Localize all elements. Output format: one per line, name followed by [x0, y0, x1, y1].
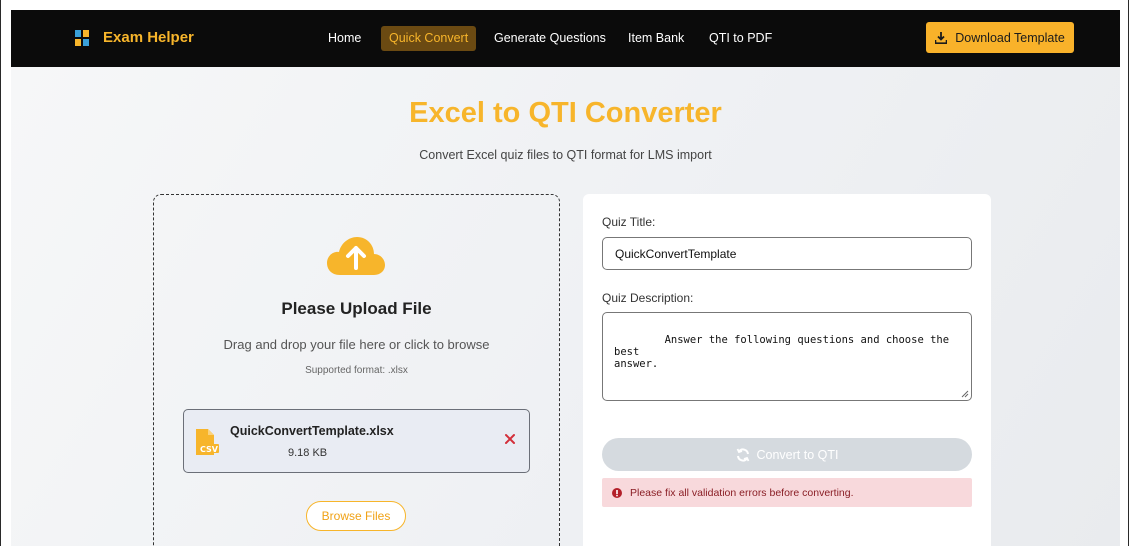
navbar: Exam Helper Home Quick Convert Generate …	[11, 10, 1120, 67]
page-title: Excel to QTI Converter	[409, 97, 722, 129]
nav-quick-convert[interactable]: Quick Convert	[381, 26, 477, 51]
brand-logo-icon	[75, 29, 89, 46]
nav-qti-to-pdf[interactable]: QTI to PDF	[701, 26, 780, 51]
upload-title: Please Upload File	[281, 299, 432, 318]
quiz-description-textarea[interactable]: Answer the following questions and choos…	[602, 312, 972, 401]
brand-name: Exam Helper	[103, 29, 194, 46]
file-size: 9.18 KB	[288, 447, 328, 459]
validation-error-text: Please fix all validation errors before …	[630, 486, 854, 499]
file-dropzone[interactable]: Please Upload File Drag and drop your fi…	[153, 194, 560, 546]
quiz-title-label: Quiz Title:	[602, 215, 656, 229]
convert-to-qti-label: Convert to QTI	[756, 447, 839, 462]
quiz-description-value: Answer the following questions and choos…	[614, 334, 950, 370]
svg-text:CSV: CSV	[200, 445, 219, 454]
page-subtitle: Convert Excel quiz files to QTI format f…	[419, 148, 712, 162]
refresh-icon	[736, 447, 749, 462]
file-name: QuickConvertTemplate.xlsx	[230, 424, 394, 438]
app-frame: Exam Helper Home Quick Convert Generate …	[0, 0, 1129, 546]
download-icon	[935, 31, 948, 44]
remove-file-icon[interactable]	[503, 432, 517, 446]
download-template-button[interactable]: Download Template	[926, 22, 1074, 53]
nav-home[interactable]: Home	[320, 26, 369, 51]
convert-to-qti-button[interactable]: Convert to QTI	[602, 438, 972, 471]
browse-files-button[interactable]: Browse Files	[306, 501, 406, 531]
quiz-description-label: Quiz Description:	[602, 291, 694, 305]
quiz-settings-panel: Quiz Title: QuickConvertTemplate Quiz De…	[583, 194, 991, 546]
csv-file-icon: CSV	[196, 429, 219, 455]
supported-format: Supported format: .xlsx	[305, 365, 408, 376]
cloud-upload-icon	[327, 237, 385, 275]
quiz-title-value: QuickConvertTemplate	[615, 246, 737, 261]
nav-item-bank[interactable]: Item Bank	[620, 26, 692, 51]
validation-error-alert: Please fix all validation errors before …	[602, 478, 972, 507]
error-icon	[612, 487, 622, 498]
nav-generate-questions[interactable]: Generate Questions	[486, 26, 614, 51]
quiz-title-input[interactable]: QuickConvertTemplate	[602, 237, 972, 270]
main-content: Excel to QTI Converter Convert Excel qui…	[11, 67, 1120, 546]
upload-hint: Drag and drop your file here or click to…	[223, 337, 490, 352]
uploaded-file-card: CSV QuickConvertTemplate.xlsx 9.18 KB	[183, 409, 530, 473]
download-template-label: Download Template	[955, 30, 1065, 45]
resize-grip-icon[interactable]	[961, 390, 969, 398]
brand[interactable]: Exam Helper	[75, 29, 194, 46]
